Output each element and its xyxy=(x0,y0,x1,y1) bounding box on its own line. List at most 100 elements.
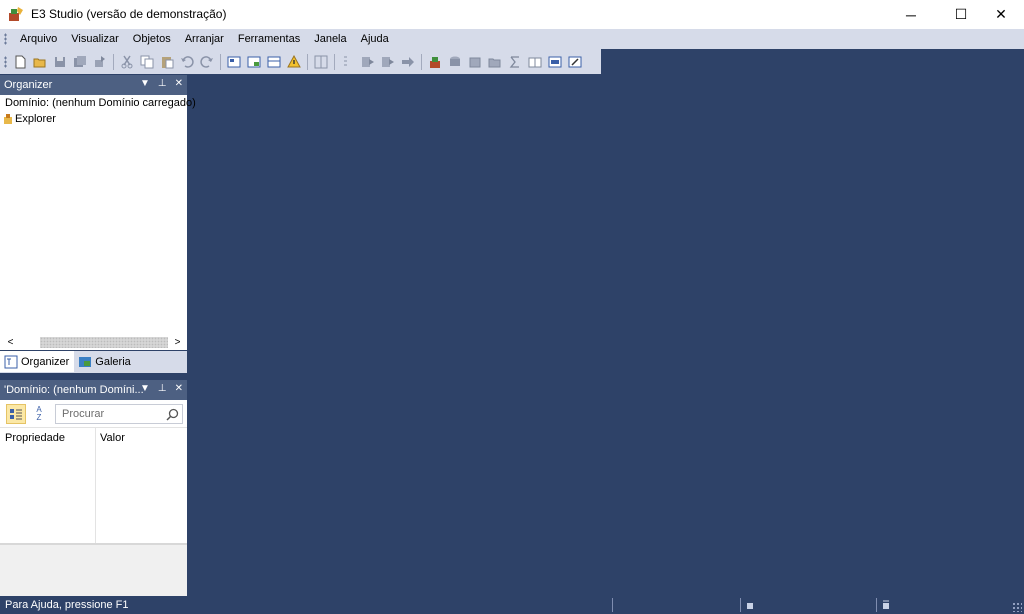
copy-button[interactable] xyxy=(138,53,156,71)
folder-button[interactable] xyxy=(486,53,504,71)
sum-button[interactable] xyxy=(506,53,524,71)
book-button[interactable] xyxy=(526,53,544,71)
screen-icon xyxy=(227,56,241,67)
close-icon[interactable]: ✕ xyxy=(175,383,183,394)
toolbar-separator xyxy=(421,53,422,70)
new-viewer-button[interactable] xyxy=(245,53,263,71)
undo-button[interactable] xyxy=(178,53,196,71)
redo-button[interactable] xyxy=(198,53,216,71)
main-toolbar xyxy=(0,49,601,74)
property-grid: Propriedade Valor xyxy=(0,427,187,544)
menu-visualizar[interactable]: Visualizar xyxy=(64,29,126,49)
pin-icon[interactable]: ⊥ xyxy=(158,78,167,89)
search-icon[interactable] xyxy=(166,408,179,421)
config-icon xyxy=(568,56,582,67)
new-button[interactable] xyxy=(11,53,29,71)
mdi-workspace[interactable] xyxy=(188,74,1024,596)
menu-bar: Arquivo Visualizar Objetos Arranjar Ferr… xyxy=(0,29,1024,49)
status-help-text: Para Ajuda, pressione F1 xyxy=(5,599,129,611)
new-screen-button[interactable] xyxy=(225,53,243,71)
version-button[interactable] xyxy=(546,53,564,71)
tab-galeria[interactable]: Galeria xyxy=(74,351,135,372)
forward-button[interactable] xyxy=(399,53,417,71)
tab-label: Organizer xyxy=(21,355,70,368)
close-button[interactable]: ✕ xyxy=(978,0,1024,29)
publish-icon xyxy=(95,55,105,67)
domain-icon xyxy=(430,56,440,68)
open-icon xyxy=(33,58,46,67)
menu-objetos[interactable]: Objetos xyxy=(126,29,178,49)
run-next-button[interactable] xyxy=(359,53,377,71)
new-alarm-button[interactable] xyxy=(285,53,303,71)
tab-organizer[interactable]: Organizer xyxy=(0,351,75,372)
minimize-button[interactable]: ─ xyxy=(888,0,934,29)
database-icon xyxy=(469,57,481,67)
menu-arquivo[interactable]: Arquivo xyxy=(13,29,64,49)
save-button[interactable] xyxy=(51,53,69,71)
toolbar-separator xyxy=(334,53,335,70)
categorized-button[interactable] xyxy=(6,403,26,424)
save-all-button[interactable] xyxy=(71,53,89,71)
menu-grip[interactable] xyxy=(4,33,7,45)
frame-icon xyxy=(267,56,281,67)
undo-icon xyxy=(181,55,194,68)
scroll-left-icon[interactable]: < xyxy=(3,335,18,350)
open-button[interactable] xyxy=(31,53,49,71)
organizer-title: Organizer xyxy=(4,79,53,91)
column-divider[interactable] xyxy=(95,428,96,544)
menu-ajuda[interactable]: Ajuda xyxy=(354,29,396,49)
toolbar-separator xyxy=(220,53,221,70)
menu-ferramentas[interactable]: Ferramentas xyxy=(231,29,307,49)
paste-button[interactable] xyxy=(158,53,176,71)
window-title: E3 Studio (versão de demonstração) xyxy=(31,7,227,21)
organizer-horizontal-scrollbar[interactable]: < > xyxy=(0,335,187,350)
resize-grip[interactable] xyxy=(1012,602,1022,612)
status-bar: Para Ajuda, pressione F1 xyxy=(0,596,1024,614)
search-input[interactable] xyxy=(62,407,162,420)
database-button[interactable] xyxy=(466,53,484,71)
tree-item-domain[interactable]: Domínio: (nenhum Domínio carregado) xyxy=(0,95,196,111)
pin-icon[interactable]: ⊥ xyxy=(158,383,167,394)
library-icon xyxy=(314,55,328,68)
explorer-icon xyxy=(4,114,12,124)
maximize-icon: ☐ xyxy=(954,6,968,22)
categorized-icon xyxy=(10,408,22,419)
alphabetical-button[interactable]: A Z xyxy=(29,404,49,424)
toolbar-separator xyxy=(307,53,308,70)
run-button[interactable] xyxy=(339,53,357,71)
server-button[interactable] xyxy=(446,53,464,71)
save-icon xyxy=(55,56,65,67)
search-field[interactable] xyxy=(55,403,183,424)
run-next-icon xyxy=(362,56,374,67)
publish-button[interactable] xyxy=(91,53,109,71)
scrollbar-thumb[interactable] xyxy=(40,337,168,348)
new-icon xyxy=(15,55,26,68)
library-button[interactable] xyxy=(312,53,330,71)
forward-icon xyxy=(402,56,414,67)
run-all-button[interactable] xyxy=(379,53,397,71)
toolbar-grip[interactable] xyxy=(4,55,7,68)
property-description xyxy=(0,543,187,596)
column-header-property[interactable]: Propriedade xyxy=(5,432,65,444)
chevron-down-icon[interactable]: ▼ xyxy=(140,383,150,394)
config-button[interactable] xyxy=(566,53,584,71)
scroll-right-icon[interactable]: > xyxy=(170,335,185,350)
menu-janela[interactable]: Janela xyxy=(307,29,353,49)
tab-label: Galeria xyxy=(95,355,131,368)
tree-item-explorer[interactable]: Explorer xyxy=(0,111,187,127)
status-layout-icon xyxy=(883,600,889,609)
redo-icon xyxy=(200,55,213,68)
cut-button[interactable] xyxy=(118,53,136,71)
sum-icon xyxy=(509,55,519,68)
app-logo-icon xyxy=(9,7,23,21)
server-icon xyxy=(450,56,460,66)
close-icon[interactable]: ✕ xyxy=(175,78,183,89)
menu-arranjar[interactable]: Arranjar xyxy=(178,29,231,49)
column-header-value[interactable]: Valor xyxy=(100,432,125,444)
alarm-icon xyxy=(287,54,301,67)
domain-button[interactable] xyxy=(426,53,444,71)
new-frame-button[interactable] xyxy=(265,53,283,71)
panel-splitter[interactable] xyxy=(0,373,187,380)
organizer-tabs: Organizer Galeria xyxy=(0,351,187,373)
chevron-down-icon[interactable]: ▼ xyxy=(140,78,150,89)
